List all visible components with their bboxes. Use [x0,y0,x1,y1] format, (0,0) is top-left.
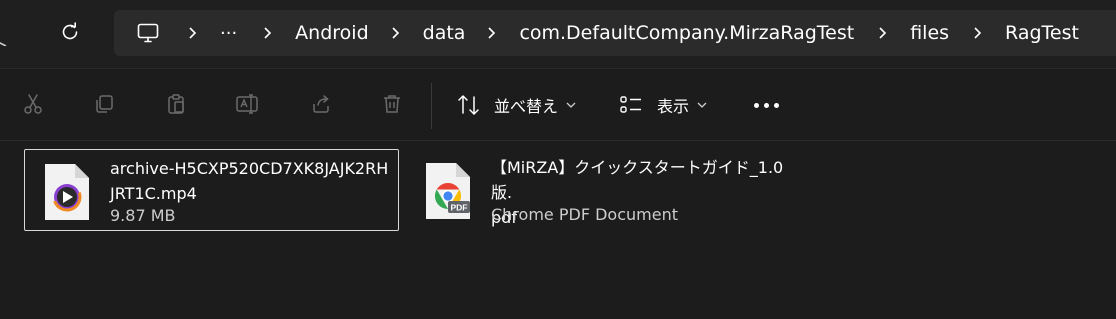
chrome-pdf-icon: PDF [422,159,474,223]
navigation-bar: ··· Android data com.DefaultCompany.Mirz… [0,0,1116,68]
view-list-icon [620,96,641,113]
command-bar: 並べ替え 表示 [0,68,1116,141]
more-options-button[interactable] [750,93,782,117]
toolbar-divider [431,83,432,129]
file-name-line2: JRT1C.mp4 [110,184,197,203]
dot [773,102,779,108]
dot [753,102,759,108]
file-size: 9.87 MB [110,206,176,225]
file-tile-pdf[interactable]: PDF 【MiRZA】クイックスタートガイド_1.0版. pdf Chrome … [406,149,826,231]
sort-icon [458,94,479,116]
file-name: archive-H5CXP520CD7XK8JAJK2RH JRT1C.mp4 [110,156,410,206]
breadcrumb-item-package[interactable]: com.DefaultCompany.MirzaRagTest [519,10,854,56]
breadcrumb-item-ragtest[interactable]: RagTest [1005,10,1079,56]
sort-label: 並べ替え [494,97,559,116]
computer-icon[interactable] [132,10,164,56]
breadcrumb-overflow[interactable]: ··· [220,10,237,56]
sort-button[interactable]: 並べ替え [456,89,576,121]
chevron-right-icon[interactable] [872,10,892,56]
chevron-right-icon[interactable] [967,10,987,56]
refresh-icon [62,22,78,40]
paste-icon[interactable] [163,91,189,117]
file-list: archive-H5CXP520CD7XK8JAJK2RH JRT1C.mp4 … [0,140,1116,319]
cut-icon[interactable] [20,91,46,117]
address-bar[interactable]: ··· Android data com.DefaultCompany.Mirz… [114,10,1116,56]
chevron-right-icon[interactable] [481,10,501,56]
file-name-line1: 【MiRZA】クイックスタートガイド_1.0版. [491,158,784,202]
up-arrow-icon[interactable] [0,18,14,47]
file-tile-mp4[interactable]: archive-H5CXP520CD7XK8JAJK2RH JRT1C.mp4 … [24,149,399,231]
refresh-button[interactable] [54,16,86,48]
view-label: 表示 [657,97,690,116]
share-icon[interactable] [308,91,334,117]
chevron-down-icon [566,102,576,108]
chevron-right-icon[interactable] [385,10,405,56]
chevron-right-icon[interactable] [182,10,202,56]
breadcrumb-item-files[interactable]: files [910,10,949,56]
chevron-down-icon [697,102,707,108]
file-type: Chrome PDF Document [491,205,678,224]
dot [763,102,769,108]
pdf-badge-text: PDF [451,203,468,213]
video-file-icon [41,160,93,224]
breadcrumb-item-data[interactable]: data [423,10,466,56]
rename-icon[interactable] [235,91,261,117]
chevron-right-icon[interactable] [257,10,277,56]
copy-icon[interactable] [91,91,117,117]
breadcrumb-item-android[interactable]: Android [295,10,368,56]
delete-icon[interactable] [379,91,405,117]
file-name-line1: archive-H5CXP520CD7XK8JAJK2RH [110,159,389,178]
view-button[interactable]: 表示 [619,89,707,121]
